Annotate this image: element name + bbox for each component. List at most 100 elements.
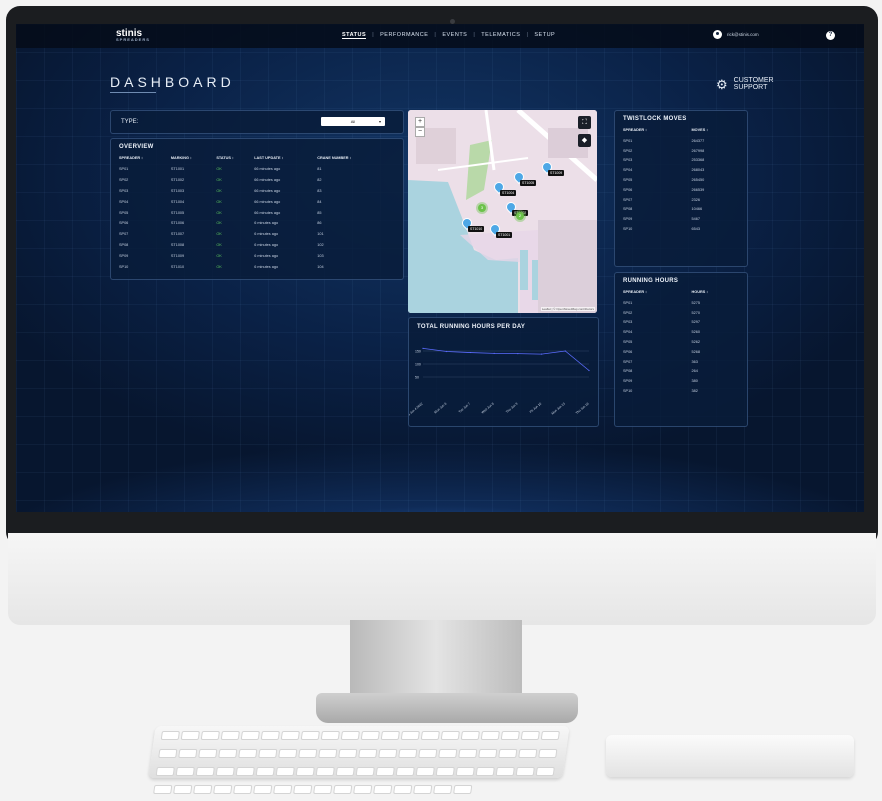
column-header-last-update[interactable]: LAST UPDATE ↕ [254,156,317,164]
keyboard-key [335,767,355,776]
table-row[interactable]: SP04 5260 [623,327,739,337]
fullscreen-icon[interactable]: ⛶ [578,116,591,129]
nav-telematics[interactable]: TELEMATICS [481,32,520,39]
map-marker-label[interactable]: ST1001 [496,232,513,238]
table-row[interactable]: SP07 363 [623,357,739,367]
keyboard-key [393,785,413,794]
table-row[interactable]: SP10 ST1010 OK 6 minutes ago 104 [119,261,391,272]
column-header-marking[interactable]: MARKING ↕ [171,156,216,164]
screen: stinis SPREADERS STATUS | PERFORMANCE | … [16,24,864,512]
table-row[interactable]: SP03 ST1003 OK 66 minutes ago 83 [119,186,391,197]
user-email: rick@stinis.com [727,32,759,37]
data-point[interactable] [469,351,472,354]
table-row[interactable]: SP05 265450 [623,175,739,185]
table-row[interactable]: SP09 380 [623,376,739,386]
customer-support-link[interactable]: ⚙ CUSTOMER SUPPORT [716,77,774,91]
keyboard-key [275,767,295,776]
cell-crane-number: 103 [317,253,324,258]
map-cluster-badge[interactable]: 2 [516,212,524,220]
keyboard-key [255,767,275,776]
keyboard-key [395,767,415,776]
data-point[interactable] [564,350,566,352]
cell-crane-number: 81 [317,167,322,172]
data-point[interactable] [422,347,424,349]
map-cluster-badge[interactable]: 3 [478,204,486,212]
data-point[interactable] [446,350,448,353]
nav-separator: | [526,32,529,38]
table-row[interactable]: SP09 5467 [623,214,739,224]
table-row[interactable]: SP05 5262 [623,337,739,347]
twistlock-moves-panel: TWISTLOCK MOVES SPREADER ↕ MOVES ↕ SP01 26… [614,110,748,267]
nav-setup[interactable]: SETUP [534,32,555,39]
cell-marking: ST1003 [170,188,185,193]
table-row[interactable]: SP04 268043 [623,165,739,175]
map-attribution[interactable]: Leaflet | © OpenStreetMap contributors [540,307,595,311]
nav-separator: | [434,32,437,38]
table-row[interactable]: SP06 ST1006 OK 6 minutes ago 86 [119,218,391,229]
nav-events[interactable]: EVENTS [442,32,467,39]
table-row[interactable]: SP10 6543 [623,224,739,234]
map-panel[interactable]: + − ⛶ ◆ ST1009ST1005ST1004ST1002ST1010ST… [408,110,597,313]
table-row[interactable]: SP02 267998 [623,146,739,156]
keyboard-key [300,731,320,740]
table-row[interactable]: SP07 ST1007 OK 6 minutes ago 101 [119,229,391,240]
map-marker-label[interactable]: ST1005 [520,180,537,186]
map-marker-label[interactable]: ST1004 [500,190,517,196]
table-row[interactable]: SP10 382 [623,386,739,396]
data-point[interactable] [517,353,519,355]
table-row[interactable]: SP08 264 [623,367,739,377]
table-row[interactable]: SP03 253368 [623,156,739,166]
table-row[interactable]: SP05 ST1005 OK 66 minutes ago 85 [119,207,391,218]
column-header-spreader[interactable]: SPREADER ↕ [623,128,692,136]
brand-logo[interactable]: stinis SPREADERS [116,28,150,42]
table-row[interactable]: SP01 5275 [623,298,739,308]
table-row[interactable]: SP02 ST1002 OK 66 minutes ago 82 [119,175,391,186]
map-marker-label[interactable]: ST1009 [548,170,565,176]
cell-crane-number: 82 [317,178,322,183]
zoom-out-button[interactable]: − [415,127,425,137]
table-row[interactable]: SP01 ST1001 OK 66 minutes ago 81 [119,164,391,175]
type-select[interactable]: All ▾ [321,117,385,126]
x-tick-label: Mon Jun 13 [551,402,567,416]
cell-crane-number: 102 [317,242,324,247]
table-row[interactable]: SP01 264377 [623,136,739,146]
keyboard-key [540,731,560,740]
column-header-hours[interactable]: HOURS ↕ [692,290,739,298]
nav-status[interactable]: STATUS [342,32,367,39]
table-row[interactable]: SP09 ST1009 OK 6 minutes ago 103 [119,250,391,261]
column-header-spreader[interactable]: SPREADER ↕ [623,290,692,298]
monitor-stand-base [316,693,578,723]
cell-last-update: 66 minutes ago [254,199,281,204]
user-menu[interactable]: rick@stinis.com [713,30,759,39]
layers-icon[interactable]: ◆ [578,134,591,147]
data-point[interactable] [588,369,590,372]
table-row[interactable]: SP02 5270 [623,308,739,318]
cell-hours: 5275 [691,300,700,305]
column-header-moves[interactable]: MOVES ↕ [692,128,739,136]
zoom-in-button[interactable]: + [415,117,425,127]
main-nav: STATUS | PERFORMANCE | EVENTS | TELEMATI… [342,32,555,39]
table-row[interactable]: SP08 10466 [623,205,739,215]
table-row[interactable]: SP08 ST1008 OK 6 minutes ago 102 [119,240,391,251]
keyboard-key [458,749,478,758]
table-row[interactable]: SP03 5297 [623,318,739,328]
cell-hours: 5262 [691,340,700,345]
table-row[interactable]: SP06 5268 [623,347,739,357]
running-hours-table: SPREADER ↕ HOURS ↕ SP01 5275 SP02 5270 SP03 52… [623,290,739,396]
table-row[interactable]: SP04 ST1004 OK 66 minutes ago 84 [119,196,391,207]
table-row[interactable]: SP06 266539 [623,185,739,195]
nav-performance[interactable]: PERFORMANCE [380,32,428,39]
column-header-spreader[interactable]: SPREADER ↕ [119,156,171,164]
table-row[interactable]: SP07 2326 [623,195,739,205]
map-marker-label[interactable]: ST1010 [468,226,485,232]
cell-crane-number: 83 [317,188,322,193]
monitor-stand-neck [350,620,522,700]
cell-marking: ST1007 [170,232,185,237]
column-header-crane-number[interactable]: CRANE NUMBER ↕ [317,156,391,164]
cell-spreader: SP09 [119,253,129,258]
data-point[interactable] [493,352,495,354]
column-header-status[interactable]: STATUS ↕ [216,156,254,164]
x-tick-label: Thu Jun 16 [575,402,590,415]
data-point[interactable] [540,353,543,355]
help-icon[interactable]: ? [826,31,835,40]
